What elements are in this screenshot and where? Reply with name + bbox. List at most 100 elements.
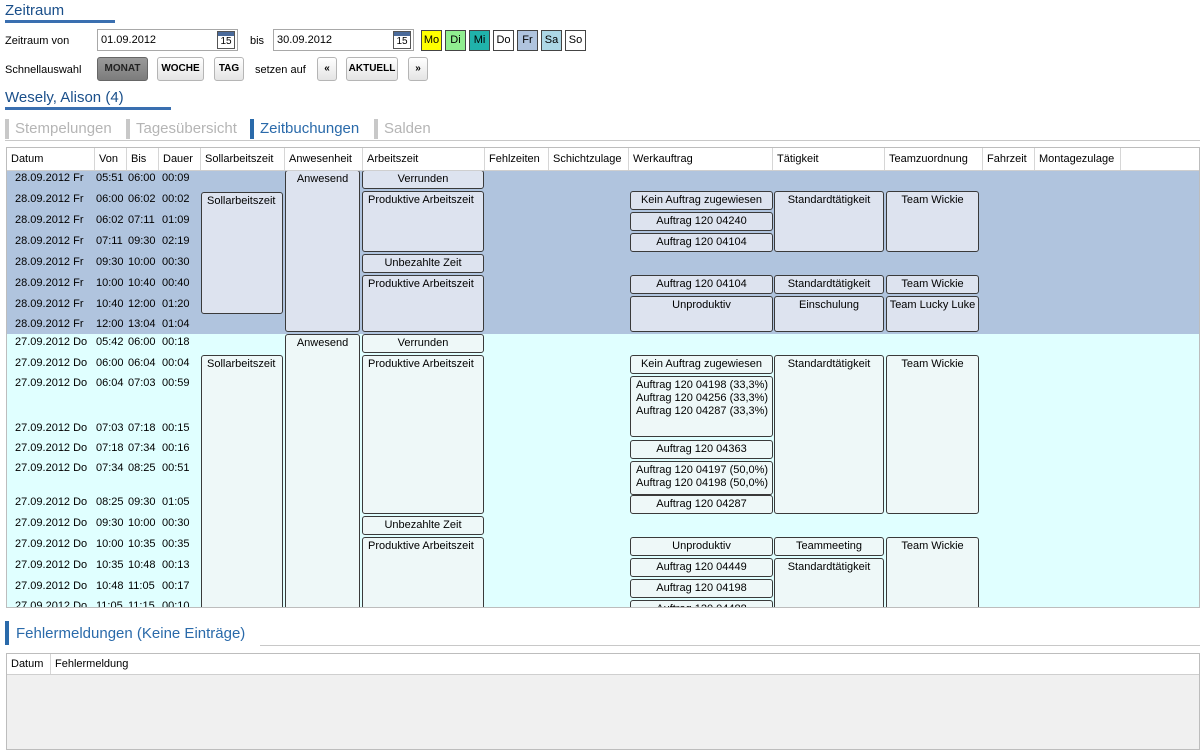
cell-bis: 09:30 (128, 496, 156, 508)
werkauftrag-block[interactable]: Unproduktiv (630, 537, 773, 556)
taetigkeit-block[interactable]: Einschulung (774, 296, 884, 332)
previous-period-button[interactable]: « (317, 57, 337, 81)
column-header-datum[interactable]: Datum (7, 148, 95, 170)
teamzuordnung-block[interactable]: Team Lucky Luke (886, 296, 979, 332)
bis-label: bis (250, 35, 265, 47)
fehlermeldungen-marker (5, 621, 9, 645)
cell-datum: 27.09.2012 Do (15, 357, 88, 369)
werkauftrag-block[interactable]: Auftrag 120 04104 (630, 275, 773, 294)
fehlermeldungen-grid[interactable]: Datum Fehlermeldung (6, 653, 1200, 750)
column-header-arbeitszeit[interactable]: Arbeitszeit (363, 148, 485, 170)
werkauftrag-block[interactable]: Auftrag 120 04488 (630, 600, 773, 607)
setzen-auf-label: setzen auf (255, 64, 306, 76)
next-period-button[interactable]: » (408, 57, 428, 81)
date-from-field[interactable]: 01.09.2012 15 (97, 29, 238, 51)
day-group-27-09: 27.09.2012 Do 05:42 06:00 00:18 27.09.2012 D… (7, 334, 1199, 607)
column-header-fehlzeiten[interactable]: Fehlzeiten (485, 148, 549, 170)
werkauftrag-block[interactable]: Auftrag 120 04198 (33,3%) Auftrag 120 042… (630, 376, 773, 437)
werkauftrag-block[interactable]: Auftrag 120 04449 (630, 558, 773, 577)
taetigkeit-block[interactable]: Standardtätigkeit (774, 355, 884, 514)
woche-button[interactable]: WOCHE (157, 57, 204, 81)
werkauftrag-block[interactable]: Kein Auftrag zugewiesen (630, 355, 773, 374)
arbeitszeit-block[interactable]: Produktive Arbeitszeit (362, 355, 484, 514)
column-header-montagezulage[interactable]: Montagezulage (1035, 148, 1121, 170)
cell-von: 10:00 (96, 538, 124, 550)
werkauftrag-block[interactable]: Auftrag 120 04104 (630, 233, 773, 252)
arbeitszeit-block[interactable]: Unbezahlte Zeit (362, 254, 484, 273)
werkauftrag-block[interactable]: Auftrag 120 04287 (630, 495, 773, 514)
tab-stempelungen[interactable]: Stempelungen (5, 119, 112, 139)
column-header-anwesenheit[interactable]: Anwesenheit (285, 148, 363, 170)
cell-datum: 28.09.2012 Fr (15, 298, 84, 310)
teamzuordnung-block[interactable]: Team Wickie (886, 275, 979, 294)
arbeitszeit-block[interactable]: Verrunden (362, 170, 484, 189)
teamzuordnung-block[interactable]: Team Wickie (886, 191, 979, 252)
tab-salden[interactable]: Salden (374, 119, 431, 139)
taetigkeit-block[interactable]: Teammeeting (774, 537, 884, 556)
aktuell-button[interactable]: AKTUELL (346, 57, 398, 81)
taetigkeit-block[interactable]: Standardtätigkeit (774, 558, 884, 607)
cell-dauer: 00:09 (162, 172, 190, 184)
cell-dauer: 00:30 (162, 256, 190, 268)
column-header-bis[interactable]: Bis (127, 148, 159, 170)
column-header-tätigkeit[interactable]: Tätigkeit (773, 148, 885, 170)
cell-datum: 27.09.2012 Do (15, 336, 88, 348)
cell-dauer: 00:04 (162, 357, 190, 369)
arbeitszeit-block[interactable]: Produktive Arbeitszeit (362, 275, 484, 332)
werkauftrag-block[interactable]: Auftrag 120 04240 (630, 212, 773, 231)
cell-von: 06:00 (96, 357, 124, 369)
anwesenheit-block[interactable]: Anwesend (285, 334, 360, 607)
calendar-icon[interactable]: 15 (217, 31, 235, 49)
teamzuordnung-block[interactable]: Team Wickie (886, 355, 979, 514)
column-header-dauer[interactable]: Dauer (159, 148, 201, 170)
cell-datum: 28.09.2012 Fr (15, 214, 84, 226)
anwesenheit-block[interactable]: Anwesend (285, 170, 360, 332)
werkauftrag-block[interactable]: Auftrag 120 04197 (50,0%) Auftrag 120 041… (630, 461, 773, 495)
werkauftrag-block[interactable]: Auftrag 120 04198 (630, 579, 773, 598)
arbeitszeit-block[interactable]: Verrunden (362, 334, 484, 353)
date-to-field[interactable]: 30.09.2012 15 (273, 29, 414, 51)
taetigkeit-block[interactable]: Standardtätigkeit (774, 191, 884, 252)
tab-zeitbuchungen[interactable]: Zeitbuchungen (250, 119, 359, 139)
column-header-von[interactable]: Von (95, 148, 127, 170)
tag-button[interactable]: TAG (214, 57, 244, 81)
cell-dauer: 02:19 (162, 235, 190, 247)
weekday-toggle-do[interactable]: Do (493, 30, 514, 51)
weekday-toggle-mi[interactable]: Mi (469, 30, 490, 51)
weekday-toggle-sa[interactable]: Sa (541, 30, 562, 51)
cell-bis: 13:04 (128, 318, 156, 330)
tab-tagesuebersicht[interactable]: Tagesübersicht (126, 119, 237, 139)
calendar-icon[interactable]: 15 (393, 31, 411, 49)
cell-bis: 10:48 (128, 559, 156, 571)
zeitbuchungen-grid[interactable]: 28.09.2012 Fr 05:51 06:00 00:09 28.09.2012 F… (6, 147, 1200, 608)
monat-button[interactable]: MONAT (97, 57, 148, 81)
cell-bis: 10:35 (128, 538, 156, 550)
column-header-fehlermeldung[interactable]: Fehlermeldung (51, 654, 191, 674)
cell-von: 10:40 (96, 298, 124, 310)
arbeitszeit-block[interactable]: Produktive Arbeitszeit (362, 537, 484, 607)
weekday-toggle-di[interactable]: Di (445, 30, 466, 51)
column-header-datum[interactable]: Datum (7, 654, 51, 674)
weekday-toggle-so[interactable]: So (565, 30, 586, 51)
cell-datum: 27.09.2012 Do (15, 442, 88, 454)
column-header-teamzuordnung[interactable]: Teamzuordnung (885, 148, 983, 170)
werkauftrag-block[interactable]: Kein Auftrag zugewiesen (630, 191, 773, 210)
column-header-fahrzeit[interactable]: Fahrzeit (983, 148, 1035, 170)
grid-header: Datum Von Bis Dauer Sollarbeitszeit Anwesenhe… (7, 148, 1199, 171)
cell-von: 08:25 (96, 496, 124, 508)
sollarbeitszeit-block[interactable]: Sollarbeitszeit (201, 355, 283, 607)
taetigkeit-block[interactable]: Standardtätigkeit (774, 275, 884, 294)
column-header-werkauftrag[interactable]: Werkauftrag (629, 148, 773, 170)
werkauftrag-block[interactable]: Unproduktiv (630, 296, 773, 332)
weekday-toggle-fr[interactable]: Fr (517, 30, 538, 51)
teamzuordnung-block[interactable]: Team Wickie (886, 537, 979, 607)
column-header-schichtzulage[interactable]: Schichtzulage (549, 148, 629, 170)
cell-dauer: 00:13 (162, 559, 190, 571)
cell-bis: 06:00 (128, 336, 156, 348)
arbeitszeit-block[interactable]: Unbezahlte Zeit (362, 516, 484, 535)
weekday-toggle-mo[interactable]: Mo (421, 30, 442, 51)
werkauftrag-block[interactable]: Auftrag 120 04363 (630, 440, 773, 459)
arbeitszeit-block[interactable]: Produktive Arbeitszeit (362, 191, 484, 252)
sollarbeitszeit-block[interactable]: Sollarbeitszeit (201, 192, 283, 314)
column-header-sollarbeitszeit[interactable]: Sollarbeitszeit (201, 148, 285, 170)
